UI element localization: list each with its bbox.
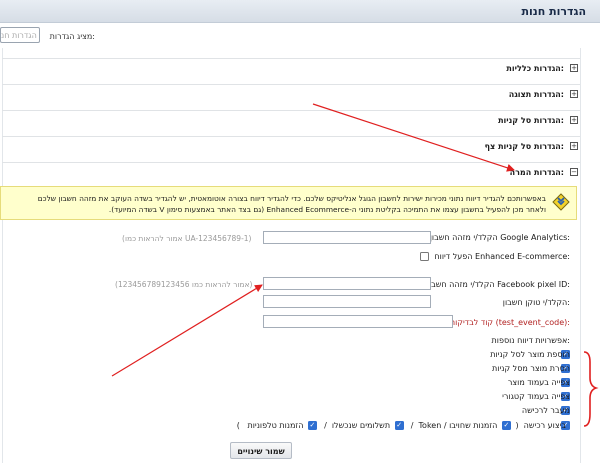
annotation-overlay [111, 103, 599, 427]
annotation-brace [583, 351, 599, 427]
annotation-arrow-to-conversion [312, 103, 515, 172]
annotation-arrow-to-pixel [111, 284, 263, 377]
